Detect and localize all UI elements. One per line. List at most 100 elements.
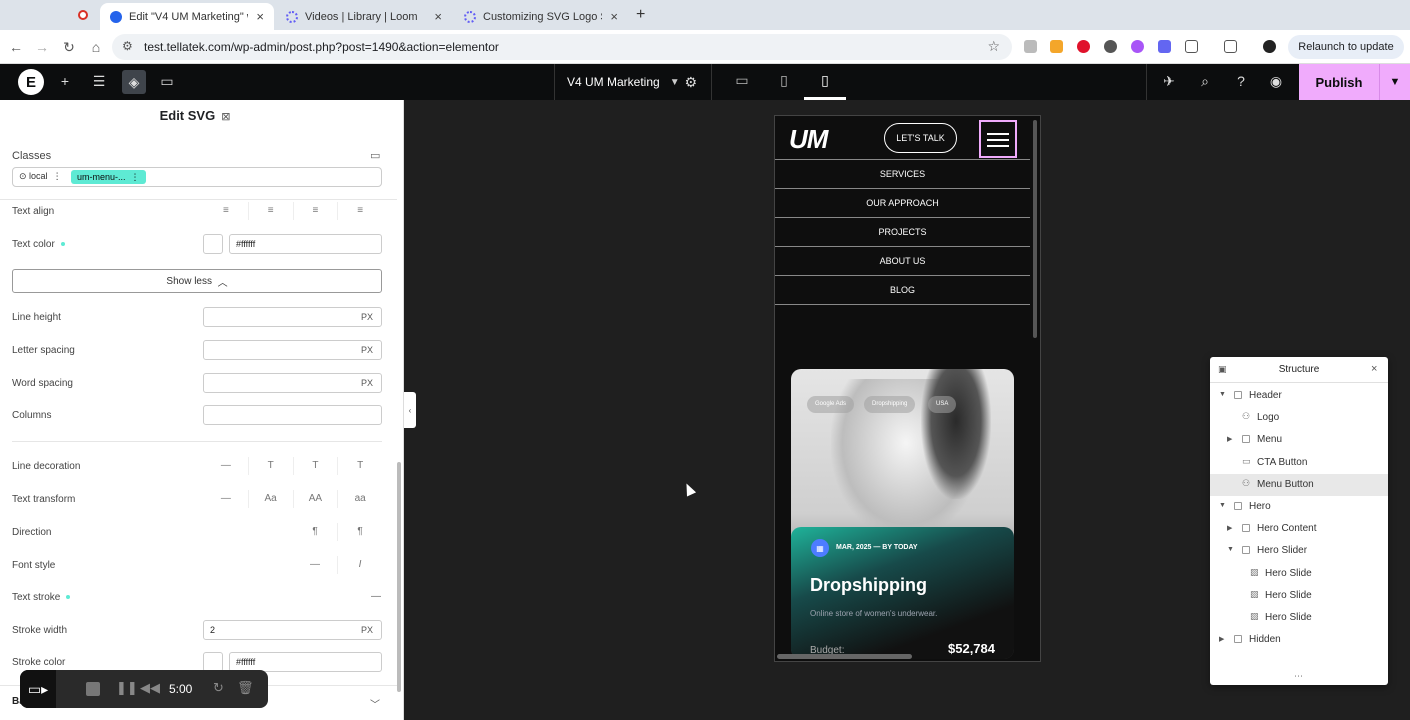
class-local-chip[interactable]: ⊙ local ⋮ [19, 171, 62, 182]
stop-icon[interactable] [86, 682, 100, 696]
letter-spacing-input[interactable]: PX [203, 340, 382, 360]
nav-item-services[interactable]: SERVICES [775, 159, 1030, 188]
unit-label[interactable]: PX [361, 308, 373, 326]
bookmark-star-icon[interactable]: ☆ [987, 38, 1000, 55]
extension-icon[interactable] [1050, 40, 1063, 53]
structure-item[interactable]: ▨ Hero Slide [1210, 563, 1388, 585]
um-logo[interactable]: UM [789, 124, 828, 155]
stroke-color-swatch[interactable] [203, 652, 223, 672]
caret-down-icon[interactable]: ▼ [1219, 391, 1226, 398]
forward-icon[interactable]: → [34, 39, 50, 55]
document-name-dropdown[interactable]: V4 UM Marketing ▼ ⚙ [554, 64, 712, 100]
url-text[interactable]: test.tellatek.com/wp-admin/post.php?post… [144, 40, 499, 54]
uppercase-icon[interactable]: AA [294, 490, 339, 508]
tab-search-icon[interactable] [1224, 40, 1237, 53]
elementor-logo-icon[interactable]: E [18, 69, 44, 95]
structure-item[interactable]: ⚇ Menu Button [1210, 473, 1388, 496]
overline-icon[interactable]: T [338, 457, 382, 475]
ltr-icon[interactable]: ¶ [293, 523, 338, 541]
home-icon[interactable]: ⌂ [88, 39, 104, 55]
structure-layers-icon[interactable]: ◈ [122, 70, 146, 94]
site-info-icon[interactable]: ⚙ [122, 39, 133, 53]
opera-icon[interactable] [1077, 40, 1090, 53]
structure-item[interactable]: ▶ Hidden [1210, 629, 1388, 651]
nav-item-blog[interactable]: BLOG [775, 275, 1030, 304]
reload-icon[interactable]: ↻ [61, 39, 77, 56]
add-element-icon[interactable]: + [56, 73, 74, 89]
folder-icon[interactable]: ▭ [370, 149, 380, 162]
browser-tab-loom[interactable]: Videos | Library | Loom × [276, 3, 452, 30]
extension-icon[interactable] [1131, 40, 1144, 53]
site-settings-icon[interactable]: ☰ [90, 73, 108, 90]
tablet-icon[interactable]: ▯ [775, 72, 793, 89]
nav-item-our-approach[interactable]: OUR APPROACH [775, 188, 1030, 217]
trash-icon[interactable]: 🗑 [237, 680, 254, 696]
transform-none-icon[interactable]: — [204, 490, 249, 508]
rewind-icon[interactable]: ◀◀ [140, 680, 160, 696]
browser-tab-loom-2[interactable]: Customizing SVG Logo Style × [454, 3, 628, 30]
lets-talk-button[interactable]: LET'S TALK [884, 123, 957, 153]
text-color-swatch[interactable] [203, 234, 223, 254]
browser-tab-elementor[interactable]: Edit "V4 UM Marketing" w × [100, 3, 274, 30]
stroke-width-input[interactable]: 2 PX [203, 620, 382, 640]
structure-item[interactable]: ▼ Header [1210, 385, 1388, 407]
word-spacing-input[interactable]: PX [203, 373, 382, 393]
show-less-button[interactable]: Show less ︿ [12, 269, 382, 293]
comments-icon[interactable]: ▭ [158, 73, 176, 90]
structure-item[interactable]: ▼ Hero [1210, 496, 1388, 518]
class-chip[interactable]: um-menu-... ⋮ [71, 170, 146, 184]
preview-scrollbar[interactable] [1033, 120, 1037, 338]
close-tab-icon[interactable]: × [256, 9, 264, 24]
caret-right-icon[interactable]: ▶ [1219, 635, 1224, 643]
align-justify-icon[interactable]: ≡ [338, 202, 382, 220]
preview-eye-icon[interactable]: ◉ [1267, 73, 1285, 90]
structure-item[interactable]: ▭ CTA Button [1210, 452, 1388, 474]
close-tab-icon[interactable]: × [610, 9, 618, 24]
relaunch-button[interactable]: Relaunch to update [1288, 35, 1404, 59]
extension-icon[interactable] [1158, 40, 1171, 53]
chevron-down-icon[interactable]: ﹀ [370, 696, 380, 711]
plus-icon[interactable]: + [636, 6, 645, 24]
extension-icon[interactable] [1024, 40, 1037, 53]
help-icon[interactable]: ? [1232, 73, 1250, 89]
structure-item[interactable]: ▼ Hero Slider [1210, 540, 1388, 562]
unit-label[interactable]: PX [361, 374, 373, 392]
caret-down-icon[interactable]: ▼ [1227, 546, 1234, 553]
columns-input[interactable] [203, 405, 382, 425]
unit-label[interactable]: PX [361, 341, 373, 359]
normal-style-icon[interactable]: — [293, 556, 338, 574]
close-icon[interactable]: × [1371, 363, 1377, 375]
align-right-icon[interactable]: ≡ [294, 202, 339, 220]
hero-slide-card[interactable]: Google Ads Dropshipping USA ▦ MAR, 2025 … [791, 369, 1014, 659]
preview-horizontal-scrollbar[interactable] [777, 654, 912, 659]
remove-stroke-icon[interactable]: — [371, 591, 381, 602]
close-tab-icon[interactable]: × [434, 9, 442, 24]
caret-down-icon[interactable]: ▼ [1219, 502, 1226, 509]
italic-icon[interactable]: I [338, 556, 382, 574]
line-height-input[interactable]: PX [203, 307, 382, 327]
hamburger-menu-icon[interactable] [979, 120, 1017, 158]
align-center-icon[interactable]: ≡ [249, 202, 294, 220]
underline-icon[interactable]: T [249, 457, 294, 475]
caret-right-icon[interactable]: ▶ [1227, 435, 1232, 443]
grid-icon[interactable]: ⊠ [221, 111, 230, 123]
align-left-icon[interactable]: ≡ [204, 202, 249, 220]
desktop-icon[interactable]: ▭ [733, 72, 751, 89]
omnibox[interactable]: ⚙ test.tellatek.com/wp-admin/post.php?po… [112, 34, 1012, 60]
strikethrough-icon[interactable]: T [294, 457, 339, 475]
back-icon[interactable]: ← [8, 39, 24, 55]
gear-icon[interactable]: ⚙ [684, 74, 697, 91]
rtl-icon[interactable]: ¶ [338, 523, 382, 541]
unit-label[interactable]: PX [361, 621, 373, 639]
lowercase-icon[interactable]: aa [338, 490, 382, 508]
publish-button[interactable]: Publish [1299, 64, 1379, 100]
camera-icon[interactable]: ▭▸ [20, 670, 56, 708]
structure-item[interactable]: ▨ Hero Slide [1210, 607, 1388, 629]
capitalize-icon[interactable]: Aa [249, 490, 294, 508]
structure-item[interactable]: ⚇ Logo [1210, 407, 1388, 429]
structure-header[interactable]: ▣ Structure × [1210, 357, 1388, 383]
classes-input[interactable]: ⊙ local ⋮ um-menu-... ⋮ [12, 167, 382, 187]
recording-icon[interactable] [78, 10, 88, 20]
puzzle-icon[interactable] [1185, 40, 1198, 53]
caret-right-icon[interactable]: ▶ [1227, 524, 1232, 532]
